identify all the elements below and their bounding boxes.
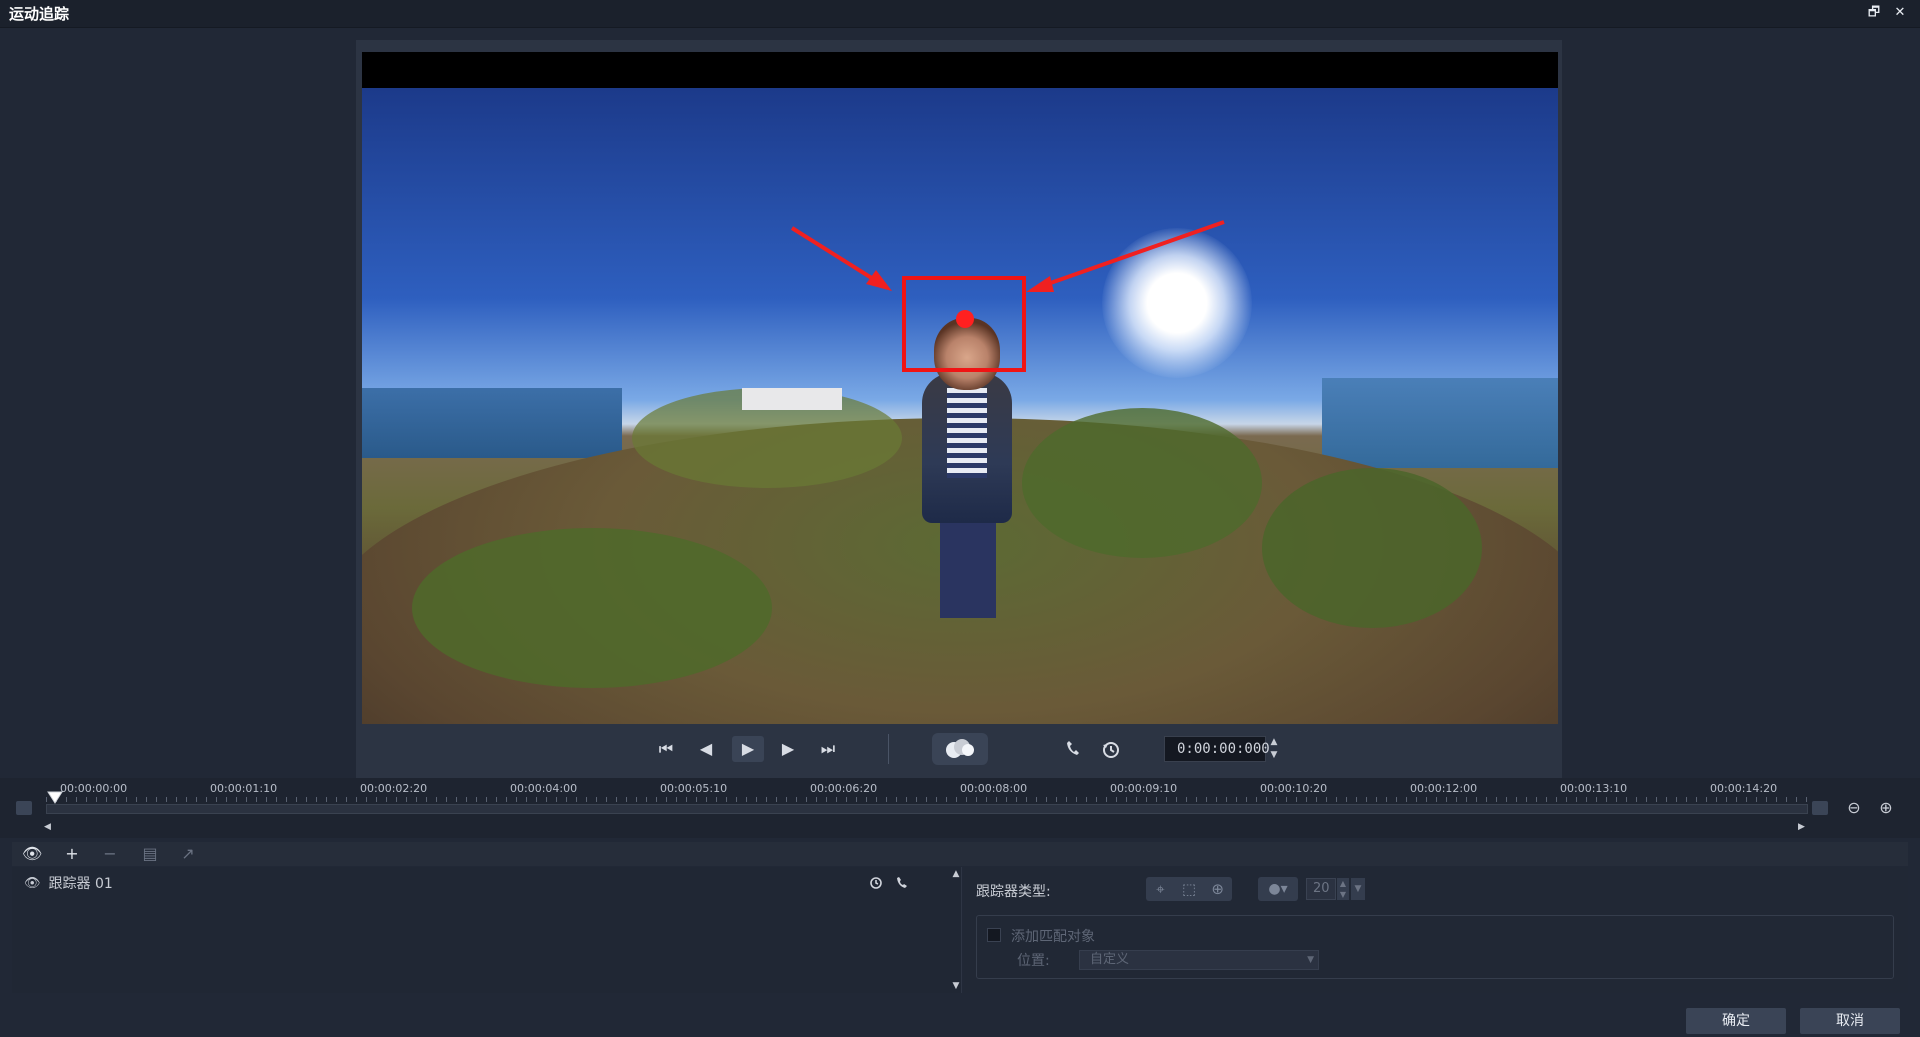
timeline-tick-label: 00:00:10:20	[1260, 782, 1328, 795]
shape-select-button[interactable]: ●▾	[1258, 877, 1298, 901]
tracker-item[interactable]: 👁 跟踪器 01	[24, 873, 113, 893]
tracker-size-dropdown[interactable]: ▼	[1351, 878, 1365, 900]
add-match-label: 添加匹配对象	[1011, 929, 1095, 945]
add-match-checkbox[interactable]	[987, 928, 1001, 942]
tracker-multipoint-type-icon[interactable]: ⊕	[1208, 879, 1228, 899]
restore-window-icon[interactable]: 🗗	[1866, 5, 1882, 21]
tracker-list-scrollbar[interactable]: ▲ ▼	[950, 869, 962, 991]
previous-frame-button[interactable]: ◀	[694, 736, 718, 762]
go-to-end-button[interactable]: ⏭	[816, 736, 840, 762]
timeline-tick-label: 00:00:08:00	[960, 782, 1028, 795]
rename-tracker-button[interactable]: ▤	[140, 844, 160, 864]
timeline-tick-label: 00:00:13:10	[1560, 782, 1628, 795]
chevron-down-icon: ▼	[1307, 955, 1314, 965]
timeline-tick-label: 00:00:01:10	[210, 782, 278, 795]
position-value: 自定义	[1090, 952, 1130, 967]
tracker-size-field[interactable]: 20	[1306, 878, 1336, 900]
play-button[interactable]: ▶	[732, 736, 764, 762]
timeline-tick-label: 00:00:12:00	[1410, 782, 1478, 795]
video-preview[interactable]	[362, 52, 1558, 724]
tracker-toolbar: 👁 + − ▤ ↗	[12, 842, 1908, 866]
tracker-list: 👁 跟踪器 01 ▲ ▼	[12, 867, 962, 993]
playhead-marker[interactable]	[47, 791, 63, 805]
arrow-right-head	[1026, 276, 1054, 292]
timeline-tick-label: 00:00:05:10	[660, 782, 728, 795]
divider	[888, 734, 889, 764]
scroll-right-icon[interactable]: ▶	[1798, 822, 1805, 832]
timeline-tick-label: 00:00:00:00	[60, 782, 128, 795]
close-icon[interactable]: ✕	[1892, 5, 1908, 21]
transport-controls: ⏮ ◀ ▶ ▶ ⏭ 0:00:00:000 ▲ ▼	[356, 724, 1562, 778]
tracker-area-type-icon[interactable]: ⬚	[1179, 879, 1199, 899]
timeline: 00:00:00:00 00:00:01:10 00:00:02:20 00:00:0…	[0, 778, 1920, 838]
timeline-tick-label: 00:00:14:20	[1710, 782, 1778, 795]
annotation-arrows	[790, 220, 1225, 292]
window-title: 运动追踪	[9, 5, 70, 23]
reset-history-icon[interactable]	[868, 875, 884, 891]
video-frame	[362, 88, 1558, 724]
position-select[interactable]: 自定义 ▼	[1079, 950, 1319, 970]
timeline-end-marker-button[interactable]	[1812, 801, 1828, 815]
eye-icon[interactable]: 👁	[24, 876, 41, 891]
timecode-stepper[interactable]: ▲ ▼	[1268, 736, 1280, 762]
dialog-footer: 确定 取消	[0, 1000, 1920, 1037]
timeline-track[interactable]	[46, 804, 1808, 814]
track-objects-icon	[946, 739, 974, 758]
tracker-type-group: ⌖ ⬚ ⊕	[1146, 877, 1232, 901]
add-tracker-button[interactable]: +	[62, 844, 82, 864]
export-tracker-button[interactable]: ↗	[178, 844, 198, 864]
remove-tracker-button[interactable]: −	[100, 844, 120, 864]
match-object-group: 添加匹配对象 位置: 自定义 ▼	[976, 915, 1894, 979]
timeline-ticks	[46, 797, 1808, 802]
tracker-item-actions	[868, 875, 910, 891]
tracker-type-label: 跟踪器类型:	[976, 884, 1051, 900]
tracker-name: 跟踪器 01	[48, 876, 113, 892]
arrow-left	[790, 226, 880, 284]
zoom-out-icon[interactable]: ⊖	[1844, 798, 1864, 818]
zoom-in-icon[interactable]: ⊕	[1876, 798, 1896, 818]
go-to-start-button[interactable]: ⏮	[654, 736, 678, 762]
next-frame-button[interactable]: ▶	[776, 736, 800, 762]
cancel-button[interactable]: 取消	[1800, 1008, 1900, 1034]
ok-button[interactable]: 确定	[1686, 1008, 1786, 1034]
preview-panel	[356, 40, 1562, 778]
timeline-tick-label: 00:00:04:00	[510, 782, 578, 795]
timeline-tick-label: 00:00:09:10	[1110, 782, 1178, 795]
track-mode-button[interactable]	[932, 733, 988, 765]
timeline-start-marker-button[interactable]	[16, 801, 32, 815]
reset-history-icon[interactable]	[1100, 736, 1122, 762]
timeline-tick-label: 00:00:06:20	[810, 782, 878, 795]
arrow-right	[1041, 220, 1225, 288]
timeline-tick-label: 00:00:02:20	[360, 782, 428, 795]
arrow-left-head	[866, 270, 892, 291]
position-label: 位置:	[1017, 953, 1050, 969]
visibility-eye-icon[interactable]: 👁	[22, 844, 42, 864]
scroll-left-icon[interactable]: ◀	[44, 822, 51, 832]
timecode-field[interactable]: 0:00:00:000	[1164, 736, 1270, 762]
track-forward-icon[interactable]	[894, 875, 910, 891]
track-forward-icon[interactable]	[1062, 736, 1084, 762]
tracker-point-type-icon[interactable]: ⌖	[1150, 879, 1170, 899]
title-bar: 运动追踪 🗗 ✕	[0, 0, 1920, 28]
tracker-size-stepper[interactable]: ▲ ▼	[1337, 878, 1349, 900]
tracker-properties: 跟踪器类型: ⌖ ⬚ ⊕ ●▾ 20 ▲ ▼ ▼ 添加匹配对象 位置: 自定义 ▼	[964, 867, 1908, 993]
